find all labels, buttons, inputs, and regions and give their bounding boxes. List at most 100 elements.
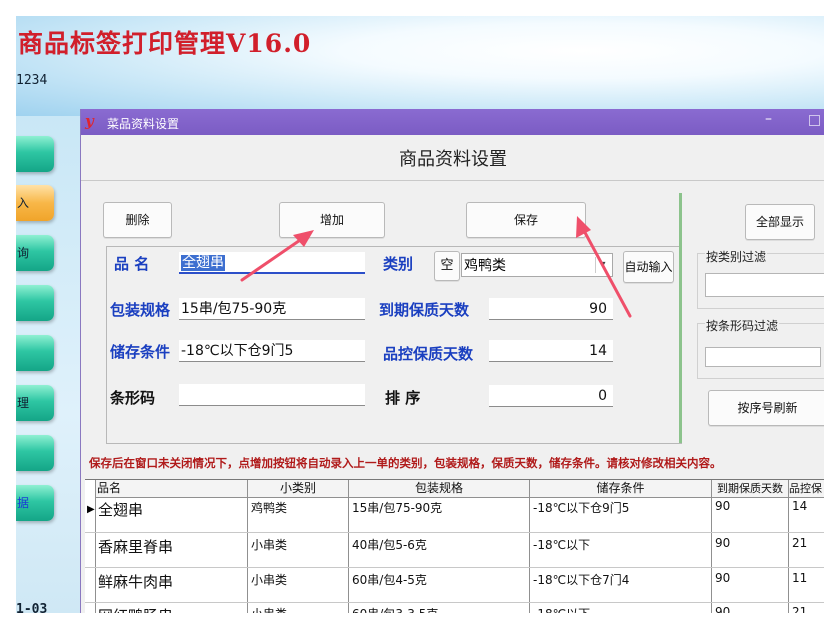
order-label: 排 序 (385, 389, 421, 407)
table-cell[interactable]: -18℃以下 (533, 605, 590, 613)
order-input[interactable]: 0 (489, 385, 613, 407)
name-input[interactable]: 全翅串 (179, 252, 365, 274)
spec-label: 包装规格 (110, 301, 171, 319)
table-cell[interactable]: 小串类 (251, 605, 287, 613)
refresh-by-seq-button[interactable]: 按序号刷新 (708, 390, 824, 426)
table-header-name[interactable]: 品名 (95, 480, 248, 498)
add-button[interactable]: 增加 (279, 202, 385, 238)
table-cell[interactable]: 小串类 (251, 571, 287, 588)
table-cell[interactable]: 鸡鸭类 (251, 499, 287, 516)
spec-input[interactable]: 15串/包75-90克 (179, 298, 365, 320)
maximize-icon[interactable] (809, 115, 820, 126)
table-cell[interactable]: 21 (792, 605, 807, 613)
sidebar-item-label (16, 346, 17, 360)
table-cell[interactable]: 网红鸭肠串 (98, 605, 173, 613)
column-divider (348, 480, 349, 613)
dialog-titlebar[interactable]: y 菜品资料设置 – (81, 109, 824, 135)
table-header-control[interactable]: 品控保 (789, 480, 824, 498)
sidebar-item-manage[interactable]: 理 (16, 385, 54, 421)
table-header-storage[interactable]: 储存条件 (530, 480, 711, 498)
table-cell[interactable]: -18℃以下仓7门4 (533, 571, 629, 588)
name-label: 品 名 (114, 255, 150, 273)
category-filter-input[interactable] (705, 273, 824, 297)
sidebar-item-label: 入 (17, 196, 30, 210)
table-cell[interactable]: 14 (792, 499, 807, 513)
table-cell[interactable]: 90 (715, 499, 730, 513)
row-divider (85, 602, 824, 603)
sidebar-item-4[interactable] (16, 335, 54, 371)
sidebar-item-label: 据 (17, 496, 30, 510)
column-divider (95, 480, 96, 613)
table-cell[interactable]: 60串/包4-5克 (352, 571, 427, 588)
table-cell[interactable]: 40串/包5-6克 (352, 536, 427, 553)
table-cell[interactable]: -18℃以下 (533, 536, 590, 553)
row-divider (85, 567, 824, 568)
table-cell[interactable]: -18℃以下仓9门5 (533, 499, 629, 516)
category-label: 类别 (383, 255, 414, 273)
storage-label: 储存条件 (110, 343, 171, 361)
desktop-frame: 商品标签打印管理V16.0 1234 入 询 理 据 1-03 y 菜品资料设置… (16, 16, 824, 613)
minimize-icon[interactable]: – (765, 111, 772, 127)
save-button[interactable]: 保存 (466, 202, 586, 238)
table-cell[interactable]: 60串/包3-3.5克 (352, 605, 438, 613)
auto-input-button[interactable]: 自动输入 (623, 251, 674, 283)
sidebar-item-query[interactable]: 询 (16, 235, 54, 271)
control-days-input[interactable]: 14 (489, 340, 613, 362)
row-divider (85, 532, 824, 533)
dialog-heading: 商品资料设置 (399, 149, 507, 170)
table-cell[interactable]: 全翅串 (98, 499, 143, 520)
column-divider (247, 480, 248, 613)
show-all-button[interactable]: 全部显示 (745, 204, 815, 240)
sidebar-item-data[interactable]: 据 (16, 485, 54, 521)
chevron-down-icon: ▾ (595, 257, 610, 273)
category-value: 鸡鸭类 (464, 258, 506, 274)
column-divider (788, 480, 789, 613)
barcode-label: 条形码 (110, 389, 156, 407)
product-settings-dialog: y 菜品资料设置 – 商品资料设置 删除 增加 保存 品 名 全翅串 类别 空 … (80, 109, 824, 613)
table-cell[interactable]: 香麻里脊串 (98, 536, 173, 557)
sidebar-item-0[interactable] (16, 136, 54, 172)
table-header-category[interactable]: 小类别 (248, 480, 348, 498)
sidebar-item-label (16, 147, 17, 161)
table-header-expire[interactable]: 到期保质天数 (712, 480, 788, 498)
section-divider (679, 193, 682, 443)
app-logo-icon: y (85, 112, 94, 130)
sidebar-item-label (16, 446, 17, 460)
sidebar-item-label: 理 (17, 396, 30, 410)
notice-text: 保存后在窗口未关闭情况下，点增加按钮将自动录入上一单的类别，包装规格，保质天数，… (89, 456, 722, 470)
barcode-filter-label: 按条形码过滤 (705, 317, 780, 334)
app-title: 商品标签打印管理V16.0 (18, 29, 312, 58)
category-filter-label: 按类别过滤 (705, 248, 768, 265)
column-divider (711, 480, 712, 613)
storage-input[interactable]: -18℃以下仓9门5 (179, 340, 365, 362)
table-cell[interactable]: 90 (715, 571, 730, 585)
sidebar-item-3[interactable] (16, 285, 54, 321)
barcode-filter-input[interactable] (705, 347, 821, 367)
current-row-marker-icon: ▶ (87, 504, 95, 515)
table-cell[interactable]: 21 (792, 536, 807, 550)
barcode-input[interactable] (179, 384, 365, 406)
delete-button[interactable]: 删除 (103, 202, 172, 238)
product-form-group: 品 名 全翅串 类别 空 鸡鸭类 ▾ 自动输入 包装规格 15串/包75-90克… (106, 246, 682, 444)
table-cell[interactable]: 11 (792, 571, 807, 585)
heading-divider (81, 180, 824, 181)
sidebar-item-label: 询 (17, 246, 30, 260)
sidebar-item-label (16, 296, 17, 310)
table-cell[interactable]: 鲜麻牛肉串 (98, 571, 173, 592)
app-subtitle: 1234 (16, 73, 48, 88)
expire-days-input[interactable]: 90 (489, 298, 613, 320)
expire-days-label: 到期保质天数 (379, 301, 470, 319)
category-select[interactable]: 鸡鸭类 ▾ (461, 253, 613, 277)
app-footer-text: 1-03 (16, 602, 48, 613)
empty-category-button[interactable]: 空 (434, 251, 460, 281)
product-table[interactable]: 品名 小类别 包装规格 储存条件 到期保质天数 品控保 ▶ 全翅串 鸡鸭类 15… (85, 479, 824, 613)
sidebar-item-6[interactable] (16, 435, 54, 471)
sidebar-item-entry[interactable]: 入 (16, 185, 54, 221)
table-cell[interactable]: 90 (715, 605, 730, 613)
table-cell[interactable]: 15串/包75-90克 (352, 499, 442, 516)
table-cell[interactable]: 90 (715, 536, 730, 550)
table-header-spec[interactable]: 包装规格 (349, 480, 529, 498)
table-cell[interactable]: 小串类 (251, 536, 287, 553)
column-divider (529, 480, 530, 613)
control-days-label: 品控保质天数 (383, 345, 474, 363)
